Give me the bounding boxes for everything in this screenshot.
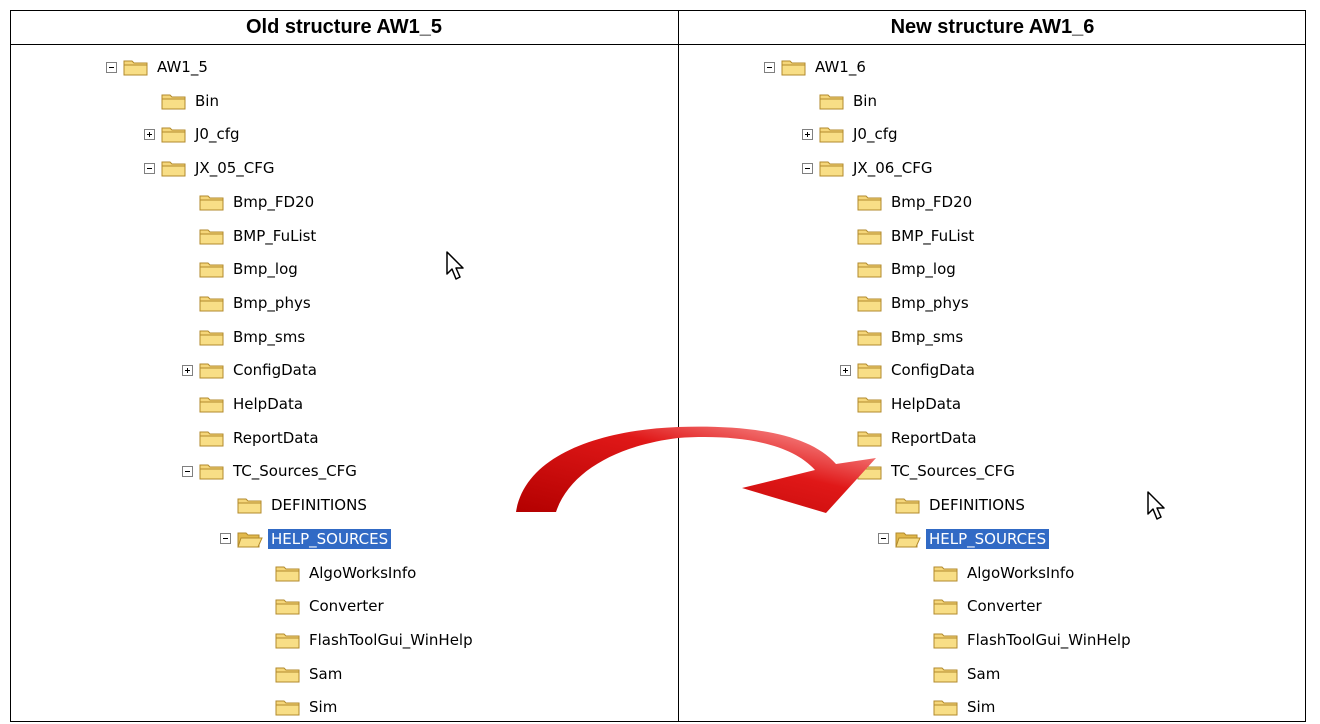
- mouse-cursor-icon: [446, 251, 464, 280]
- mouse-cursor-icon: [1147, 491, 1165, 520]
- arrow-shape: [516, 426, 876, 513]
- curved-arrow-icon: [516, 426, 876, 513]
